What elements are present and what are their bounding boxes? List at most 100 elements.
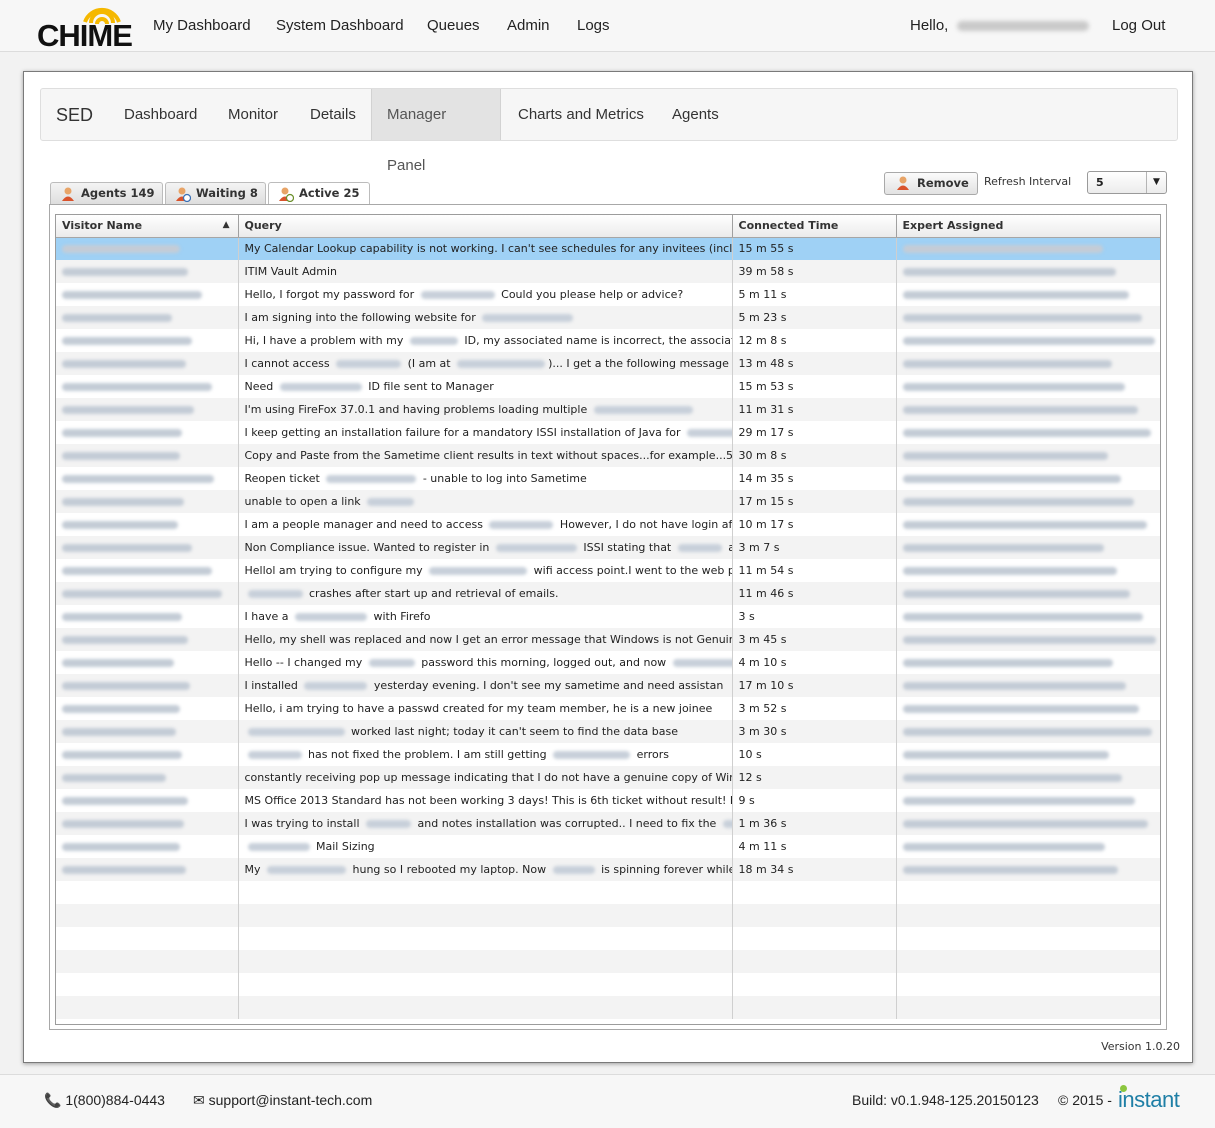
table-row[interactable]: Need ID file sent to Manager 15 m 53 s: [56, 375, 1160, 398]
expert-assigned-cell: [896, 559, 1160, 582]
table-row[interactable]: Hello -- I changed my password this morn…: [56, 651, 1160, 674]
connected-time-cell: 10 s: [732, 743, 897, 766]
nav-my-dashboard[interactable]: My Dashboard: [153, 17, 251, 34]
redacted-query-text: [722, 820, 731, 828]
expert-assigned-cell: [896, 582, 1160, 605]
query-cell: I was trying to install and notes instal…: [238, 812, 733, 835]
query-text: Hello, I forgot my password for: [244, 288, 418, 301]
connected-time-cell: 10 m 17 s: [732, 513, 897, 536]
logout-link[interactable]: Log Out: [1112, 17, 1165, 34]
remove-button[interactable]: Remove: [884, 172, 978, 195]
expert-assigned-cell: [896, 421, 1160, 444]
table-row[interactable]: I am signing into the following website …: [56, 306, 1160, 329]
query-cell: unable to open a link: [238, 490, 733, 513]
table-row[interactable]: Hello, i am trying to have a passwd crea…: [56, 697, 1160, 720]
table-row[interactable]: I have a with Firefo 3 s: [56, 605, 1160, 628]
empty-table-row: [56, 904, 1160, 927]
visitor-name-cell: [56, 467, 239, 490]
table-row[interactable]: My Calendar Lookup capability is not wor…: [56, 237, 1160, 260]
chime-logo[interactable]: CHIME: [37, 6, 141, 53]
table-row[interactable]: Hellol am trying to configure my wifi ac…: [56, 559, 1160, 582]
table-row[interactable]: constantly receiving pop up message indi…: [56, 766, 1160, 789]
subnav-monitor[interactable]: Monitor: [213, 89, 293, 140]
query-cell: has not fixed the problem. I am still ge…: [238, 743, 733, 766]
connected-time-cell: 29 m 17 s: [732, 421, 897, 444]
table-row[interactable]: Hello, my shell was replaced and now I g…: [56, 628, 1160, 651]
subnav-charts-and-metrics[interactable]: Charts and Metrics: [503, 89, 659, 140]
redacted-expert-name: [902, 797, 1135, 805]
expert-assigned-cell: [896, 513, 1160, 536]
redacted-visitor-name: [62, 429, 182, 437]
footer-email[interactable]: ✉ support@instant-tech.com: [193, 1092, 372, 1109]
redacted-expert-name: [902, 314, 1142, 322]
tab-waiting-label: Waiting 8: [196, 186, 258, 200]
query-text: ID file sent to Manager: [364, 380, 494, 393]
phone-icon: 📞: [44, 1092, 62, 1108]
subnav-agents[interactable]: Agents: [657, 89, 734, 140]
table-row[interactable]: Hi, I have a problem with my ID, my asso…: [56, 329, 1160, 352]
column-header-visitor-name[interactable]: Visitor Name ▲: [56, 215, 239, 238]
table-row[interactable]: MS Office 2013 Standard has not been wor…: [56, 789, 1160, 812]
nav-system-dashboard[interactable]: System Dashboard: [276, 17, 404, 34]
column-header-connected-time[interactable]: Connected Time: [732, 215, 897, 238]
redacted-expert-name: [902, 567, 1117, 575]
phone-number: 1(800)884-0443: [65, 1092, 165, 1108]
column-header-expert-assigned[interactable]: Expert Assigned: [896, 215, 1160, 238]
tab-waiting[interactable]: Waiting 8: [165, 182, 266, 204]
redacted-visitor-name: [62, 797, 188, 805]
active-chats-grid: Visitor Name ▲ Query Connected Time Exper…: [55, 214, 1161, 1025]
visitor-name-cell: [56, 720, 239, 743]
subnav-manager-panel[interactable]: Manager Panel: [371, 89, 501, 174]
table-row[interactable]: has not fixed the problem. I am still ge…: [56, 743, 1160, 766]
expert-assigned-cell: [896, 536, 1160, 559]
expert-assigned-cell: [896, 812, 1160, 835]
instant-logo[interactable]: instant: [1118, 1085, 1180, 1113]
table-row[interactable]: crashes after start up and retrieval of …: [56, 582, 1160, 605]
logo-text: CHIME: [37, 18, 133, 53]
tab-active[interactable]: Active 25: [268, 182, 370, 206]
nav-queues[interactable]: Queues: [427, 17, 480, 34]
column-header-query[interactable]: Query: [238, 215, 733, 238]
connected-time-cell: 1 m 36 s: [732, 812, 897, 835]
nav-logs[interactable]: Logs: [577, 17, 610, 34]
empty-cell: [896, 950, 1160, 973]
table-row[interactable]: I cannot access (I am at )... I get a th…: [56, 352, 1160, 375]
subnav-details[interactable]: Details: [295, 89, 371, 140]
table-row[interactable]: Copy and Paste from the Sametime client …: [56, 444, 1160, 467]
expert-assigned-cell: [896, 306, 1160, 329]
empty-table-row: [56, 996, 1160, 1019]
redacted-expert-name: [902, 682, 1126, 690]
redacted-visitor-name: [62, 268, 188, 276]
table-row[interactable]: worked last night; today it can't seem t…: [56, 720, 1160, 743]
redacted-visitor-name: [62, 544, 192, 552]
redacted-expert-name: [902, 774, 1122, 782]
table-row[interactable]: I keep getting an installation failure f…: [56, 421, 1160, 444]
expert-assigned-cell: [896, 605, 1160, 628]
query-cell: Hellol am trying to configure my wifi ac…: [238, 559, 733, 582]
table-row[interactable]: ITIM Vault Admin 39 m 58 s: [56, 260, 1160, 283]
table-row[interactable]: unable to open a link 17 m 15 s: [56, 490, 1160, 513]
table-row[interactable]: Reopen ticket - unable to log into Samet…: [56, 467, 1160, 490]
instant-logo-text: instant: [1118, 1087, 1180, 1112]
redacted-query-text: [553, 751, 631, 759]
redacted-visitor-name: [62, 866, 186, 874]
table-row[interactable]: Non Compliance issue. Wanted to register…: [56, 536, 1160, 559]
tab-agents[interactable]: Agents 149: [50, 182, 163, 204]
empty-table-row: [56, 927, 1160, 950]
table-row[interactable]: I am a people manager and need to access…: [56, 513, 1160, 536]
redacted-query-text: [687, 429, 731, 437]
table-row[interactable]: My hung so I rebooted my laptop. Now is …: [56, 858, 1160, 881]
refresh-interval-select[interactable]: 5 ▼: [1087, 171, 1167, 194]
nav-admin[interactable]: Admin: [507, 17, 550, 34]
subnav-dashboard[interactable]: Dashboard: [109, 89, 212, 140]
redacted-expert-name: [902, 360, 1112, 368]
table-row[interactable]: I'm using FireFox 37.0.1 and having prob…: [56, 398, 1160, 421]
table-row[interactable]: I was trying to install and notes instal…: [56, 812, 1160, 835]
table-body: My Calendar Lookup capability is not wor…: [56, 237, 1160, 1019]
empty-cell: [238, 927, 733, 950]
table-row[interactable]: Mail Sizing 4 m 11 s: [56, 835, 1160, 858]
table-row[interactable]: I installed yesterday evening. I don't s…: [56, 674, 1160, 697]
redacted-visitor-name: [62, 291, 202, 299]
table-row[interactable]: Hello, I forgot my password for Could yo…: [56, 283, 1160, 306]
redacted-visitor-name: [62, 613, 182, 621]
